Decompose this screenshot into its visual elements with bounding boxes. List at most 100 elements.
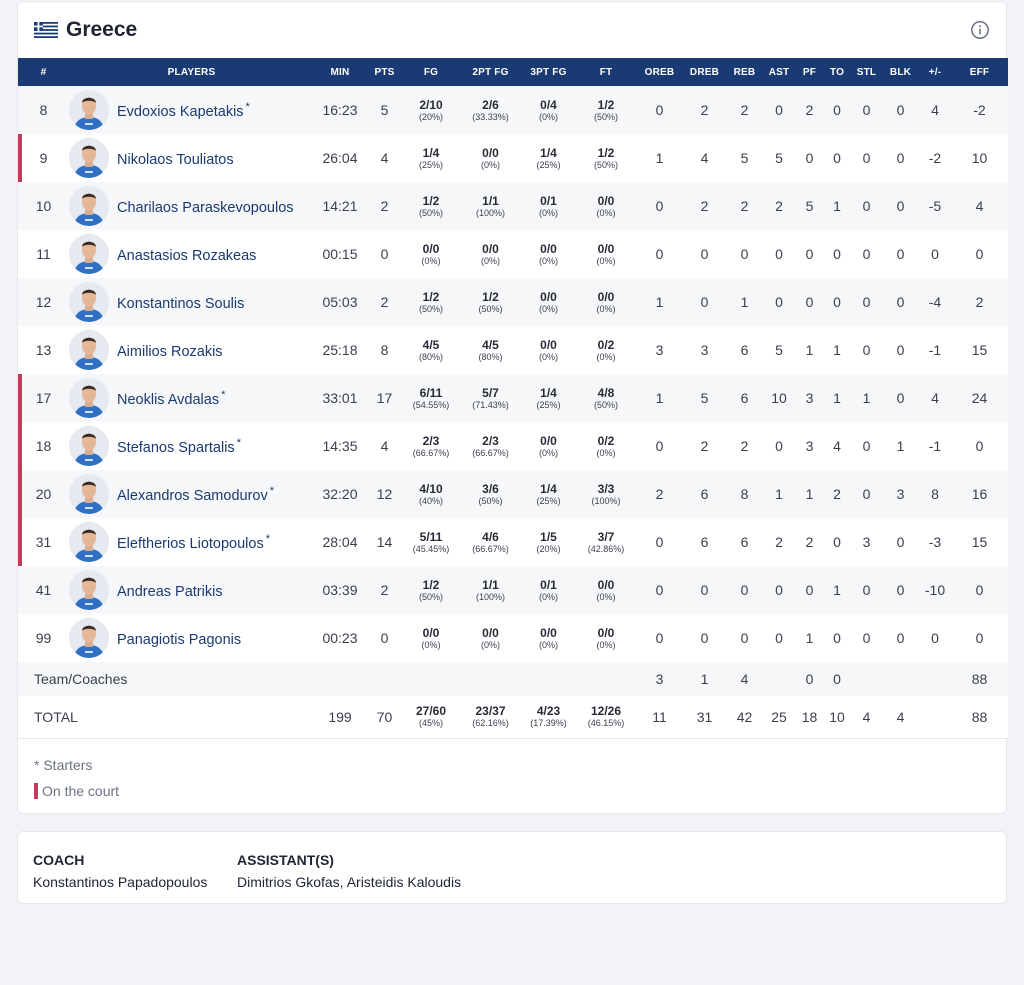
player-pts: 17 xyxy=(376,390,393,406)
header-min[interactable]: MIN xyxy=(314,58,366,86)
player-cell: Eleftherios Liotopoulos * xyxy=(69,518,314,566)
player-name-link[interactable]: Nikolaos Touliatos xyxy=(117,149,236,167)
player-name-link[interactable]: Evdoxios Kapetakis * xyxy=(117,101,250,120)
player-number: 8 xyxy=(39,102,48,118)
header-pf[interactable]: PF xyxy=(796,58,823,86)
header-plus-minus[interactable]: +/- xyxy=(919,58,951,86)
header-stl[interactable]: STL xyxy=(851,58,882,86)
player-eff: 0 xyxy=(975,630,984,646)
header-fg[interactable]: FG xyxy=(403,58,459,86)
player-pf: 0 xyxy=(805,294,814,310)
starter-marker: * xyxy=(245,100,250,113)
player-avatar[interactable] xyxy=(69,378,109,418)
player-pf: 1 xyxy=(805,630,814,646)
player-avatar[interactable] xyxy=(69,618,109,658)
player-stl: 1 xyxy=(862,390,871,406)
player-avatar[interactable] xyxy=(69,282,109,322)
player-fg: 5/11 (45.45%) xyxy=(412,529,450,554)
player-reb: 2 xyxy=(740,102,749,118)
header-dreb[interactable]: DREB xyxy=(682,58,727,86)
player-dreb: 6 xyxy=(700,486,709,502)
player-avatar[interactable] xyxy=(69,90,109,130)
player-name-link[interactable]: Panagiotis Pagonis xyxy=(117,629,243,647)
player-pf: 0 xyxy=(805,150,814,166)
player-number: 18 xyxy=(18,422,69,470)
player-blk: 0 xyxy=(896,342,905,358)
player-pf: 5 xyxy=(805,198,814,214)
player-name-link[interactable]: Anastasios Rozakeas xyxy=(117,245,258,263)
player-3pt-fg: 0/0 (0%) xyxy=(538,433,558,458)
player-to: 1 xyxy=(833,198,841,214)
player-dreb: 6 xyxy=(700,534,709,550)
player-2pt-fg: 4/6 (66.67%) xyxy=(472,529,509,554)
header-3pt-fg[interactable]: 3PT FG xyxy=(522,58,575,86)
header-2pt-fg[interactable]: 2PT FG xyxy=(459,58,522,86)
header-ast[interactable]: AST xyxy=(762,58,796,86)
player-reb: 0 xyxy=(740,582,749,598)
player-eff: 16 xyxy=(971,486,988,502)
player-to: 0 xyxy=(833,102,841,118)
player-cell: Panagiotis Pagonis xyxy=(69,614,314,662)
header-to[interactable]: TO xyxy=(823,58,851,86)
table-row: 41 Andreas Patrikis 03:39 2 1/2 (50%) 1/1 (100%… xyxy=(18,566,1008,614)
player-oreb: 0 xyxy=(655,582,664,598)
player-avatar[interactable] xyxy=(69,474,109,514)
player-ast: 2 xyxy=(775,534,783,550)
player-oreb: 0 xyxy=(655,102,664,118)
header-oreb[interactable]: OREB xyxy=(637,58,682,86)
header-players[interactable]: PLAYERS xyxy=(69,58,314,86)
table-row: 13 Aimilios Rozakis 25:18 8 4/5 (80%) 4/5 (80%)… xyxy=(18,326,1008,374)
player-3pt-fg: 0/0 (0%) xyxy=(538,625,558,650)
player-name-link[interactable]: Neoklis Avdalas * xyxy=(117,389,225,408)
player-name-link[interactable]: Aimilios Rozakis xyxy=(117,341,225,359)
info-icon[interactable] xyxy=(970,20,990,40)
player-fg: 0/0 (0%) xyxy=(421,241,441,266)
player-reb: 6 xyxy=(740,534,749,550)
player-pf: 2 xyxy=(805,102,814,118)
table-header-row: # PLAYERS MIN PTS FG 2PT FG 3PT FG FT OR… xyxy=(18,58,1008,86)
player-avatar[interactable] xyxy=(69,522,109,562)
player-min: 00:15 xyxy=(322,246,358,262)
player-avatar[interactable] xyxy=(69,138,109,178)
player-name-link[interactable]: Charilaos Paraskevopoulos xyxy=(117,197,296,215)
player-name-link[interactable]: Alexandros Samodurov * xyxy=(117,485,274,504)
player-cell: Stefanos Spartalis * xyxy=(69,422,314,470)
player-oreb: 1 xyxy=(655,390,664,406)
player-2pt-fg: 2/6 (33.33%) xyxy=(472,97,509,122)
header-ft[interactable]: FT xyxy=(575,58,637,86)
player-3pt-fg: 0/0 (0%) xyxy=(538,337,558,362)
total-pf: 18 xyxy=(801,708,818,725)
header-pts[interactable]: PTS xyxy=(366,58,403,86)
player-rows: 8 Evdoxios Kapetakis * 16:23 5 2/10 (20%) 2/6 (3… xyxy=(18,86,1008,662)
player-pf: 1 xyxy=(805,342,814,358)
player-avatar[interactable] xyxy=(69,570,109,610)
player-2pt-fg: 1/2 (50%) xyxy=(478,289,503,314)
total-2pt-fg: 23/37 (62.16%) xyxy=(472,704,509,729)
player-name-link[interactable]: Andreas Patrikis xyxy=(117,581,225,599)
player-name-link[interactable]: Stefanos Spartalis * xyxy=(117,437,241,456)
player-oreb: 0 xyxy=(655,630,664,646)
player-plus-minus: 0 xyxy=(931,630,939,646)
player-pts: 12 xyxy=(376,486,393,502)
header-reb[interactable]: REB xyxy=(727,58,762,86)
player-avatar[interactable] xyxy=(69,426,109,466)
player-name-link[interactable]: Konstantinos Soulis xyxy=(117,293,246,311)
player-stl: 0 xyxy=(862,630,871,646)
player-eff: 2 xyxy=(975,294,984,310)
player-2pt-fg: 3/6 (50%) xyxy=(478,481,503,506)
player-avatar[interactable] xyxy=(69,186,109,226)
player-cell: Aimilios Rozakis xyxy=(69,326,314,374)
player-oreb: 1 xyxy=(655,294,664,310)
team-blk xyxy=(882,662,919,696)
header-blk[interactable]: BLK xyxy=(882,58,919,86)
player-stl: 0 xyxy=(862,198,871,214)
player-plus-minus: -3 xyxy=(928,534,942,550)
player-cell: Konstantinos Soulis xyxy=(69,278,314,326)
header-number[interactable]: # xyxy=(18,58,69,86)
legend-starters: * Starters xyxy=(34,756,93,773)
player-name-link[interactable]: Eleftherios Liotopoulos * xyxy=(117,533,270,552)
total-3pt-fg: 4/23 (17.39%) xyxy=(530,704,567,729)
header-eff[interactable]: EFF xyxy=(951,58,1008,86)
player-avatar[interactable] xyxy=(69,234,109,274)
player-avatar[interactable] xyxy=(69,330,109,370)
